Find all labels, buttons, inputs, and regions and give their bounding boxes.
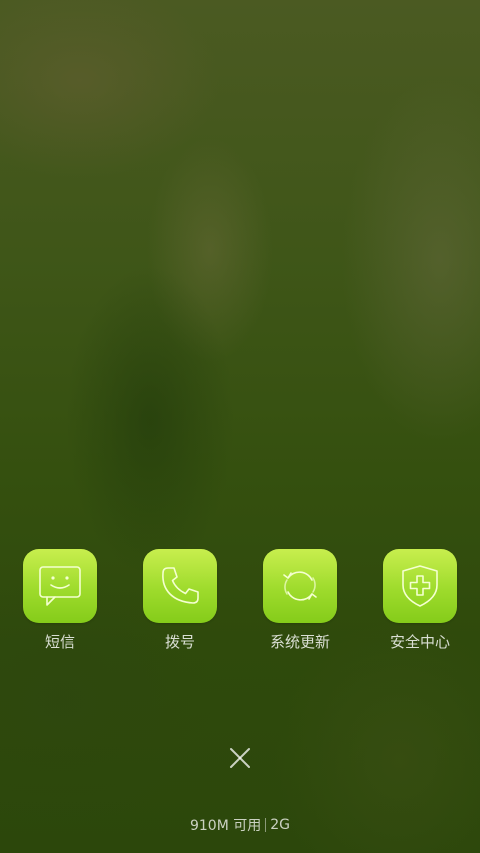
app-security-center-label: 安全中心 (389, 633, 450, 651)
app-messages[interactable]: 短信 (0, 549, 120, 652)
refresh-icon (263, 549, 337, 623)
app-system-update-label: 系统更新 (269, 633, 330, 651)
quick-apps-row: 短信 拨号 系统更新 安全中心 (0, 549, 480, 652)
wallpaper (0, 0, 480, 853)
shield-icon (383, 549, 457, 623)
app-messages-label: 短信 (44, 633, 75, 651)
close-icon (230, 748, 250, 768)
close-button[interactable] (224, 742, 256, 774)
app-system-update[interactable]: 系统更新 (240, 549, 360, 652)
memory-status-bar: 910M 可用 2G (0, 815, 480, 835)
phone-icon (143, 549, 217, 623)
status-divider (265, 818, 267, 832)
app-dialer-label: 拨号 (164, 633, 195, 651)
app-security-center[interactable]: 安全中心 (360, 549, 480, 652)
app-dialer[interactable]: 拨号 (120, 549, 240, 652)
network-type-text: 2G (270, 817, 291, 833)
free-memory-text: 910M 可用 (189, 818, 262, 834)
message-icon (23, 549, 97, 623)
